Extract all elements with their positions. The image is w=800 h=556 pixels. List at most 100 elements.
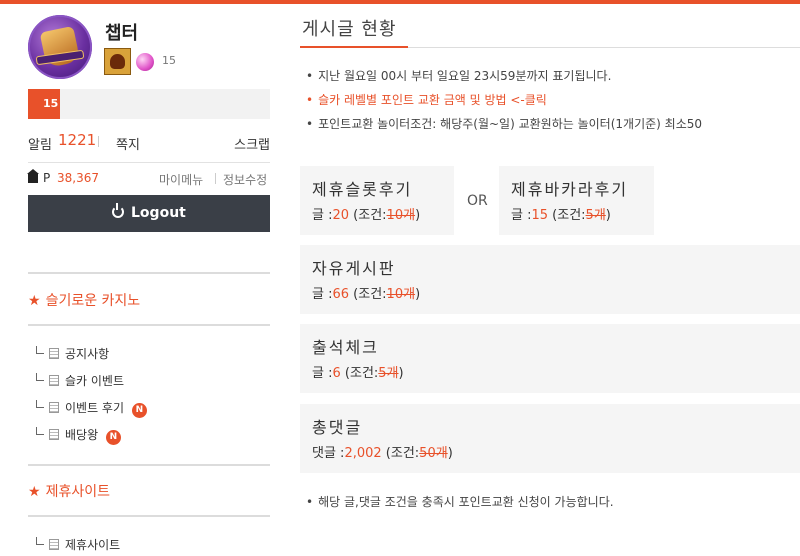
or-label: OR bbox=[467, 193, 488, 209]
menu-item-event[interactable]: 슬카 이벤트 bbox=[36, 372, 147, 399]
point-value: 38,367 bbox=[57, 171, 99, 185]
divider bbox=[98, 136, 99, 147]
sidebar: 챕터 15 15 알림 1221 쪽지 스크랩 P 38,367 마이메뉴 정보… bbox=[27, 4, 270, 556]
menu-item-notice[interactable]: 공지사항 bbox=[36, 345, 147, 372]
card-count-line: 댓글 :2,002 (조건:50개) bbox=[312, 442, 453, 461]
point-row: P 38,367 마이메뉴 정보수정 bbox=[27, 169, 270, 188]
section-title-partners[interactable]: ★ 제휴사이트 bbox=[28, 481, 110, 501]
title-accent-line bbox=[300, 46, 408, 48]
tree-branch-icon bbox=[36, 537, 44, 545]
bullet-icon: • bbox=[306, 495, 314, 509]
note-text: 지난 월요일 00시 부터 일요일 23시59분까지 표기됩니다. bbox=[318, 69, 612, 83]
card-close: ) bbox=[605, 208, 611, 223]
footer-note: • 해당 글,댓글 조건을 충족시 포인트교환 신청이 가능합니다. bbox=[306, 493, 614, 510]
card-condition-value: 5개 bbox=[378, 366, 399, 381]
nickname[interactable]: 챕터 bbox=[105, 19, 138, 45]
note-period: • 지난 월요일 00시 부터 일요일 23시59분까지 표기됩니다. bbox=[306, 67, 611, 84]
gem-count: 15 bbox=[162, 54, 176, 67]
avatar[interactable] bbox=[28, 15, 92, 79]
note-text: 포인트교환 놀이터조건: 해당주(월~일) 교환원하는 놀이터(1개기준) 최소… bbox=[318, 117, 703, 131]
card-close: ) bbox=[415, 287, 421, 302]
section-divider bbox=[28, 515, 270, 517]
section-divider bbox=[28, 464, 270, 466]
edit-info-link[interactable]: 정보수정 bbox=[223, 171, 267, 188]
menu-item-label: 이벤트 후기 bbox=[65, 401, 125, 415]
card-condition-label: (조건: bbox=[385, 446, 420, 461]
card-prefix: 글 : bbox=[312, 287, 333, 302]
card-condition-label: (조건: bbox=[552, 208, 586, 223]
bullet-icon: • bbox=[306, 93, 314, 107]
menu-item-event-review[interactable]: 이벤트 후기 N bbox=[36, 399, 147, 426]
menu-item-dividend-king[interactable]: 배당왕 N bbox=[36, 426, 147, 453]
card-value: 66 bbox=[332, 287, 350, 302]
section-title-label: 제휴사이트 bbox=[45, 484, 110, 500]
card-title: 출석체크 bbox=[312, 338, 379, 357]
pink-gem-icon bbox=[136, 53, 154, 71]
tree-branch-icon bbox=[36, 373, 44, 381]
mymenu-link[interactable]: 마이메뉴 bbox=[159, 171, 203, 188]
card-condition-value: 50개 bbox=[419, 446, 448, 461]
card-value: 2,002 bbox=[344, 446, 382, 461]
card-condition-label: (조건: bbox=[353, 287, 387, 302]
note-text: 슬카 레벨별 포인트 교환 금액 및 방법 <-클릭 bbox=[318, 93, 547, 107]
document-icon bbox=[49, 402, 59, 413]
tree-branch-icon bbox=[36, 346, 44, 354]
divider bbox=[215, 173, 216, 184]
bullet-icon: • bbox=[306, 69, 314, 83]
card-value: 15 bbox=[531, 208, 549, 223]
memo-link[interactable]: 쪽지 bbox=[116, 134, 140, 153]
tree-branch-icon bbox=[36, 427, 44, 435]
new-badge: N bbox=[105, 430, 121, 445]
card-count-line: 글 :15 (조건:5개) bbox=[511, 204, 611, 223]
card-prefix: 댓글 : bbox=[312, 446, 345, 461]
menu-list-partners: 제휴사이트 bbox=[36, 536, 120, 556]
alarm-count[interactable]: 1221 bbox=[58, 131, 96, 149]
document-icon bbox=[49, 348, 59, 359]
card-title: 제휴바카라후기 bbox=[511, 180, 629, 199]
new-badge: N bbox=[131, 403, 147, 418]
divider bbox=[28, 162, 270, 163]
document-icon bbox=[49, 429, 59, 440]
point-label: P bbox=[43, 171, 51, 185]
home-icon bbox=[27, 169, 39, 183]
logout-label: Logout bbox=[131, 205, 186, 221]
page-title: 게시글 현황 bbox=[302, 19, 397, 40]
main-content: 게시글 현황 • 지난 월요일 00시 부터 일요일 23시59분까지 표기됩니다… bbox=[300, 4, 800, 556]
card-condition-value: 5개 bbox=[585, 208, 606, 223]
menu-item-label: 배당왕 bbox=[65, 428, 99, 442]
alarm-link[interactable]: 알림 bbox=[28, 134, 52, 153]
star-icon: ★ bbox=[28, 293, 41, 309]
level-progress-bar: 15 bbox=[28, 89, 270, 119]
note-condition: • 포인트교환 놀이터조건: 해당주(월~일) 교환원하는 놀이터(1개기준) 최… bbox=[306, 115, 702, 132]
card-prefix: 글 : bbox=[312, 366, 333, 381]
menu-item-label: 슬카 이벤트 bbox=[65, 374, 125, 388]
star-icon: ★ bbox=[28, 484, 41, 500]
tree-branch-icon bbox=[36, 400, 44, 408]
card-close: ) bbox=[398, 366, 404, 381]
card-title: 자유게시판 bbox=[312, 259, 396, 278]
document-icon bbox=[49, 375, 59, 386]
section-divider bbox=[28, 324, 270, 326]
card-count-line: 글 :20 (조건:10개) bbox=[312, 204, 420, 223]
card-condition-label: (조건: bbox=[344, 366, 379, 381]
stat-card-free-board: 자유게시판 글 :66 (조건:10개) bbox=[300, 245, 800, 314]
card-title: 제휴슬롯후기 bbox=[312, 180, 413, 199]
card-prefix: 글 : bbox=[511, 208, 532, 223]
level-emblem-icon bbox=[104, 48, 131, 75]
card-title: 총댓글 bbox=[312, 418, 363, 437]
card-close: ) bbox=[447, 446, 453, 461]
alarm-row: 알림 1221 쪽지 스크랩 bbox=[28, 131, 270, 153]
logout-button[interactable]: Logout bbox=[28, 195, 270, 232]
stat-card-slot-review: 제휴슬롯후기 글 :20 (조건:10개) bbox=[300, 166, 454, 235]
point-exchange-link[interactable]: • 슬카 레벨별 포인트 교환 금액 및 방법 <-클릭 bbox=[306, 91, 547, 108]
menu-item-label: 제휴사이트 bbox=[65, 538, 121, 552]
card-condition-value: 10개 bbox=[386, 208, 416, 223]
scrap-link[interactable]: 스크랩 bbox=[234, 134, 270, 153]
power-icon bbox=[112, 203, 125, 218]
menu-list-casino: 공지사항 슬카 이벤트 이벤트 후기 N 배당왕 N bbox=[36, 345, 147, 453]
menu-item-partner-sites[interactable]: 제휴사이트 bbox=[36, 536, 120, 556]
card-value: 20 bbox=[332, 208, 350, 223]
card-count-line: 글 :6 (조건:5개) bbox=[312, 362, 404, 381]
stat-card-attendance: 출석체크 글 :6 (조건:5개) bbox=[300, 324, 800, 393]
section-title-casino[interactable]: ★ 슬기로운 카지노 bbox=[28, 290, 140, 310]
